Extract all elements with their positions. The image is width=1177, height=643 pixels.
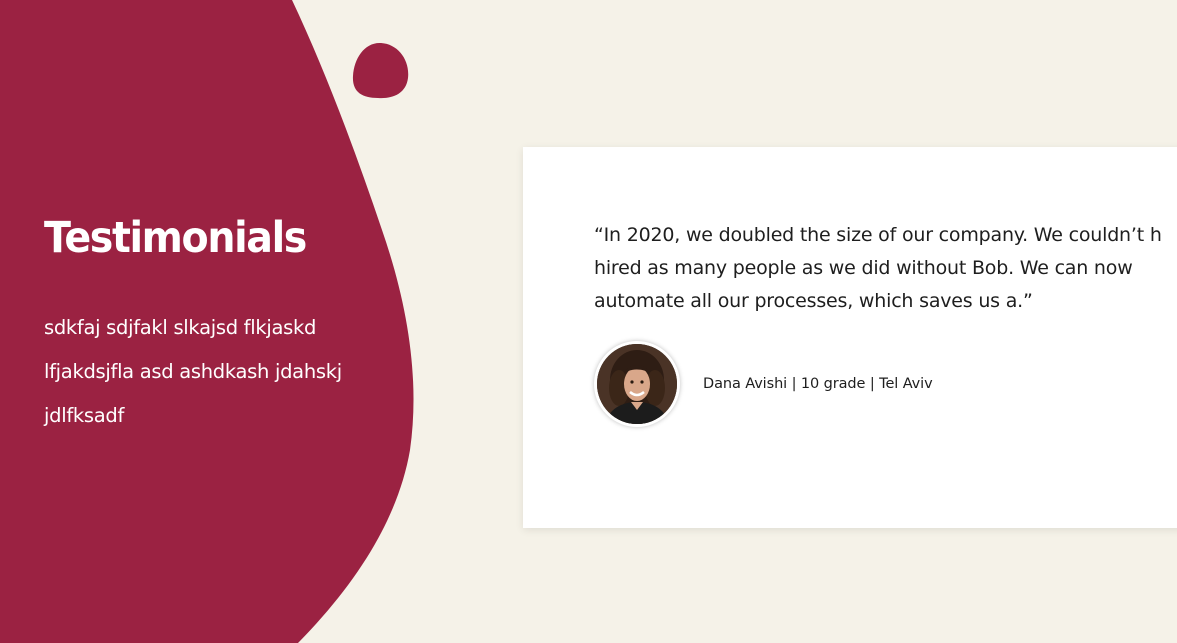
quote-line: automate all our processes, which saves … [594,290,1033,312]
quote-line: hired as many people as we did without B… [594,257,1133,279]
author-grade: 10 grade [800,376,866,392]
description-line: jdlfksadf [44,404,125,427]
section-description: sdkfaj sdjfakl slkajsd flkjaskd lfjakdsj… [44,306,404,438]
testimonial-quote: “In 2020, we doubled the size of our com… [594,219,1177,318]
author-meta: Dana Avishi | 10 grade | Tel Aviv [703,376,933,392]
small-blob-shape [352,42,409,99]
person-photo-icon [597,344,677,424]
quote-line: “In 2020, we doubled the size of our com… [594,224,1162,246]
meta-separator: | [787,376,801,392]
description-line: sdkfaj sdjfakl slkajsd flkjaskd [44,316,317,339]
meta-separator: | [865,376,880,392]
testimonials-section: Testimonials sdkfaj sdjfakl slkajsd flkj… [0,0,1177,643]
author-avatar [594,341,680,427]
testimonial-author: Dana Avishi | 10 grade | Tel Aviv [594,341,933,427]
author-city: Tel Aviv [879,376,933,392]
intro-block: Testimonials sdkfaj sdjfakl slkajsd flkj… [44,212,404,438]
description-line: lfjakdsjfla asd ashdkash jdahskj [44,360,342,383]
section-title: Testimonials [44,213,307,263]
author-name: Dana Avishi [703,376,788,392]
testimonial-card: “In 2020, we doubled the size of our com… [523,147,1177,528]
